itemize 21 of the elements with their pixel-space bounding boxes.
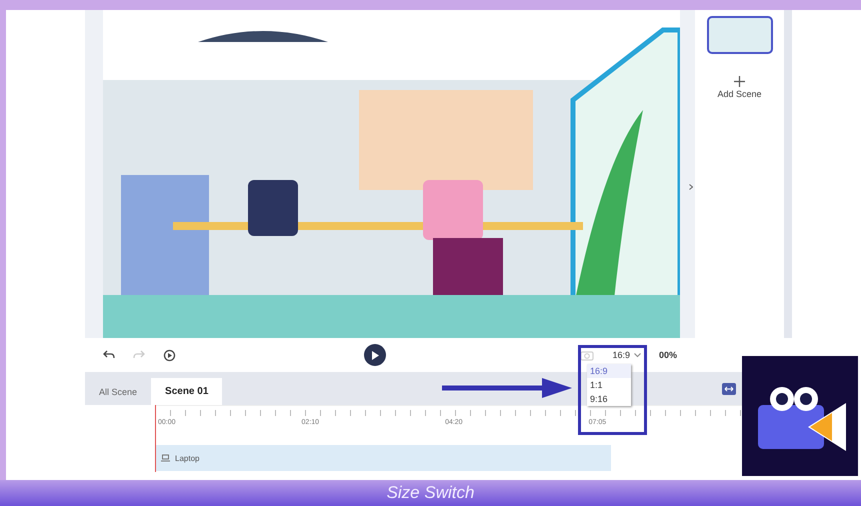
fit-icon[interactable]	[722, 382, 736, 394]
undo-icon[interactable]	[103, 350, 115, 360]
ratio-option[interactable]: 9:16	[587, 392, 631, 406]
replay-icon[interactable]	[163, 348, 176, 362]
ratio-option[interactable]: 1:1	[587, 378, 631, 392]
scene-thumbnail[interactable]	[706, 16, 772, 54]
chevron-right-icon[interactable]	[689, 184, 693, 190]
caption-text: Size Switch	[0, 480, 861, 506]
ratio-option[interactable]: 16:9	[587, 364, 631, 378]
zoom-percentage: 00%	[658, 350, 677, 360]
scene-tab[interactable]: All Scene	[85, 378, 152, 405]
timeline-track[interactable]: Laptop	[155, 445, 611, 471]
camera-icon[interactable]	[580, 349, 594, 361]
laptop-icon	[161, 454, 170, 462]
play-icon	[371, 350, 379, 360]
play-button[interactable]	[364, 344, 386, 366]
chevron-down-icon	[634, 352, 641, 358]
scene-tab[interactable]: Scene 01	[151, 378, 222, 405]
plus-icon	[734, 76, 745, 87]
track-label: Laptop	[175, 454, 200, 462]
aspect-ratio-dropdown[interactable]: 16:9	[612, 350, 641, 360]
